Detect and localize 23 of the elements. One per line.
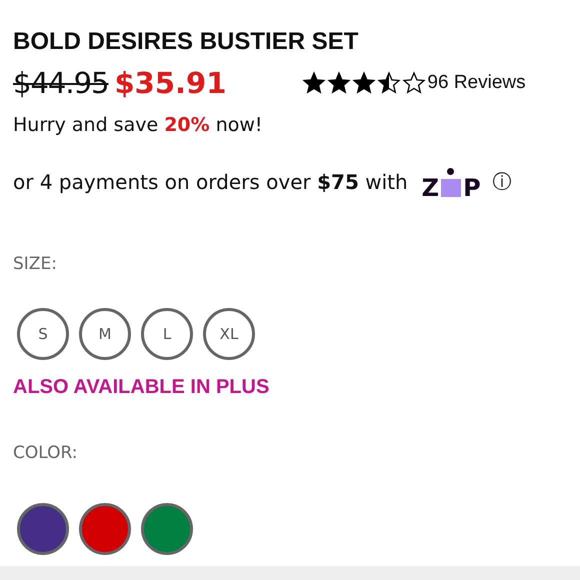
star-icon — [402, 71, 426, 95]
color-swatch[interactable] — [79, 503, 131, 555]
size-option[interactable]: L — [141, 308, 193, 360]
sale-price: $35.91 — [114, 66, 226, 100]
plus-size-link[interactable]: ALSO AVAILABLE IN PLUS — [13, 376, 270, 399]
original-price: $44.95 — [13, 66, 108, 100]
installment-text: or 4 payments on orders over $75 with — [13, 170, 408, 194]
zip-logo: Z P — [422, 164, 481, 200]
star-icon — [377, 71, 402, 95]
size-option[interactable]: S — [17, 308, 69, 360]
size-option[interactable]: M — [79, 308, 131, 360]
reviews-link[interactable]: 96 Reviews — [427, 72, 526, 94]
color-swatch[interactable] — [141, 503, 193, 555]
product-title: BOLD DESIRES BUSTIER SET — [13, 28, 360, 56]
size-label: SIZE: — [13, 254, 58, 274]
color-label: COLOR: — [13, 443, 79, 463]
color-swatch[interactable] — [17, 503, 69, 555]
star-icon — [302, 71, 326, 95]
star-icon — [352, 71, 376, 95]
promo-text: Hurry and save 20% now! — [13, 114, 264, 136]
size-option[interactable]: XL — [203, 308, 255, 360]
star-icon — [327, 71, 352, 95]
info-icon[interactable]: ⓘ — [492, 169, 512, 195]
